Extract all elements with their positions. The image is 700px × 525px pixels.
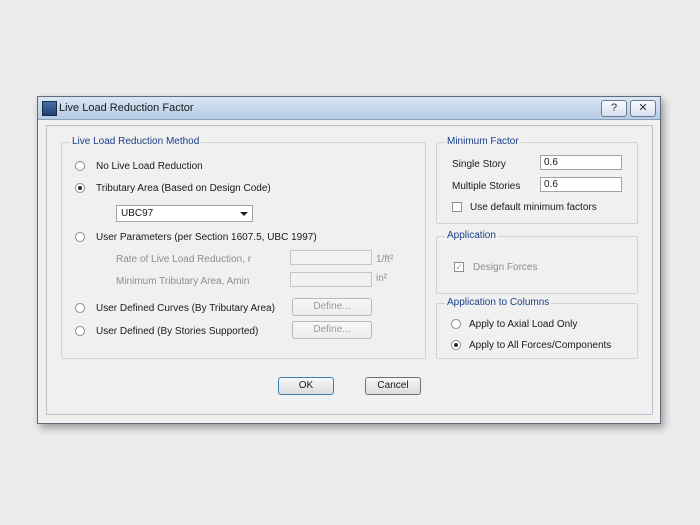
user-parameters-label: User Parameters (per Section 1607.5, UBC… bbox=[96, 232, 317, 243]
axial-only-label: Apply to Axial Load Only bbox=[469, 319, 578, 330]
close-button[interactable]: ✕ bbox=[630, 100, 656, 117]
multiple-stories-label: Multiple Stories bbox=[452, 181, 521, 192]
tributary-area-label: Tributary Area (Based on Design Code) bbox=[96, 183, 271, 194]
title-bar[interactable]: Live Load Reduction Factor ? ✕ bbox=[38, 97, 660, 120]
radio-no-reduction[interactable] bbox=[75, 161, 85, 171]
single-story-input[interactable]: 0.6 bbox=[540, 155, 622, 170]
columns-group: Application to Columns Apply to Axial Lo… bbox=[436, 297, 638, 359]
min-area-unit: in² bbox=[376, 273, 388, 284]
application-group: Application ✓ Design Forces bbox=[436, 230, 638, 294]
design-forces-label: Design Forces bbox=[473, 262, 538, 273]
single-story-label: Single Story bbox=[452, 159, 506, 170]
radio-user-curves[interactable] bbox=[75, 303, 85, 313]
design-code-select[interactable]: UBC97 bbox=[116, 205, 253, 222]
design-forces-checkbox[interactable]: ✓ bbox=[454, 262, 464, 272]
rate-input[interactable] bbox=[290, 250, 372, 265]
define-stories-button[interactable]: Define... bbox=[292, 321, 372, 339]
radio-tributary-area[interactable] bbox=[75, 183, 85, 193]
live-load-reduction-dialog: Live Load Reduction Factor ? ✕ Live Load… bbox=[37, 96, 661, 424]
use-default-checkbox[interactable] bbox=[452, 202, 462, 212]
minimum-factor-group: Minimum Factor Single Story 0.6 Multiple… bbox=[436, 136, 638, 224]
define-curves-button[interactable]: Define... bbox=[292, 298, 372, 316]
chevron-down-icon bbox=[240, 212, 248, 216]
radio-user-parameters[interactable] bbox=[75, 232, 85, 242]
app-icon bbox=[42, 101, 57, 116]
rate-unit: 1/ft² bbox=[376, 254, 394, 265]
radio-user-stories[interactable] bbox=[75, 326, 85, 336]
user-stories-label: User Defined (By Stories Supported) bbox=[96, 326, 259, 337]
method-group: Live Load Reduction Method No Live Load … bbox=[61, 136, 426, 359]
method-group-title: Live Load Reduction Method bbox=[70, 136, 202, 147]
no-reduction-label: No Live Load Reduction bbox=[96, 161, 203, 172]
design-code-value: UBC97 bbox=[121, 208, 154, 219]
cancel-button[interactable]: Cancel bbox=[365, 377, 421, 395]
dialog-body: Live Load Reduction Method No Live Load … bbox=[46, 125, 653, 415]
radio-all-forces[interactable] bbox=[451, 340, 461, 350]
radio-axial-only[interactable] bbox=[451, 319, 461, 329]
columns-title: Application to Columns bbox=[445, 297, 552, 308]
dialog-title: Live Load Reduction Factor bbox=[59, 102, 194, 114]
use-default-label: Use default minimum factors bbox=[470, 202, 597, 213]
min-area-label: Minimum Tributary Area, Amin bbox=[116, 276, 250, 287]
multiple-stories-input[interactable]: 0.6 bbox=[540, 177, 622, 192]
ok-button[interactable]: OK bbox=[278, 377, 334, 395]
help-button[interactable]: ? bbox=[601, 100, 627, 117]
rate-label: Rate of Live Load Reduction, r bbox=[116, 254, 252, 265]
min-area-input[interactable] bbox=[290, 272, 372, 287]
minimum-factor-title: Minimum Factor bbox=[445, 136, 521, 147]
application-title: Application bbox=[445, 230, 498, 241]
user-curves-label: User Defined Curves (By Tributary Area) bbox=[96, 303, 275, 314]
all-forces-label: Apply to All Forces/Components bbox=[469, 340, 612, 351]
